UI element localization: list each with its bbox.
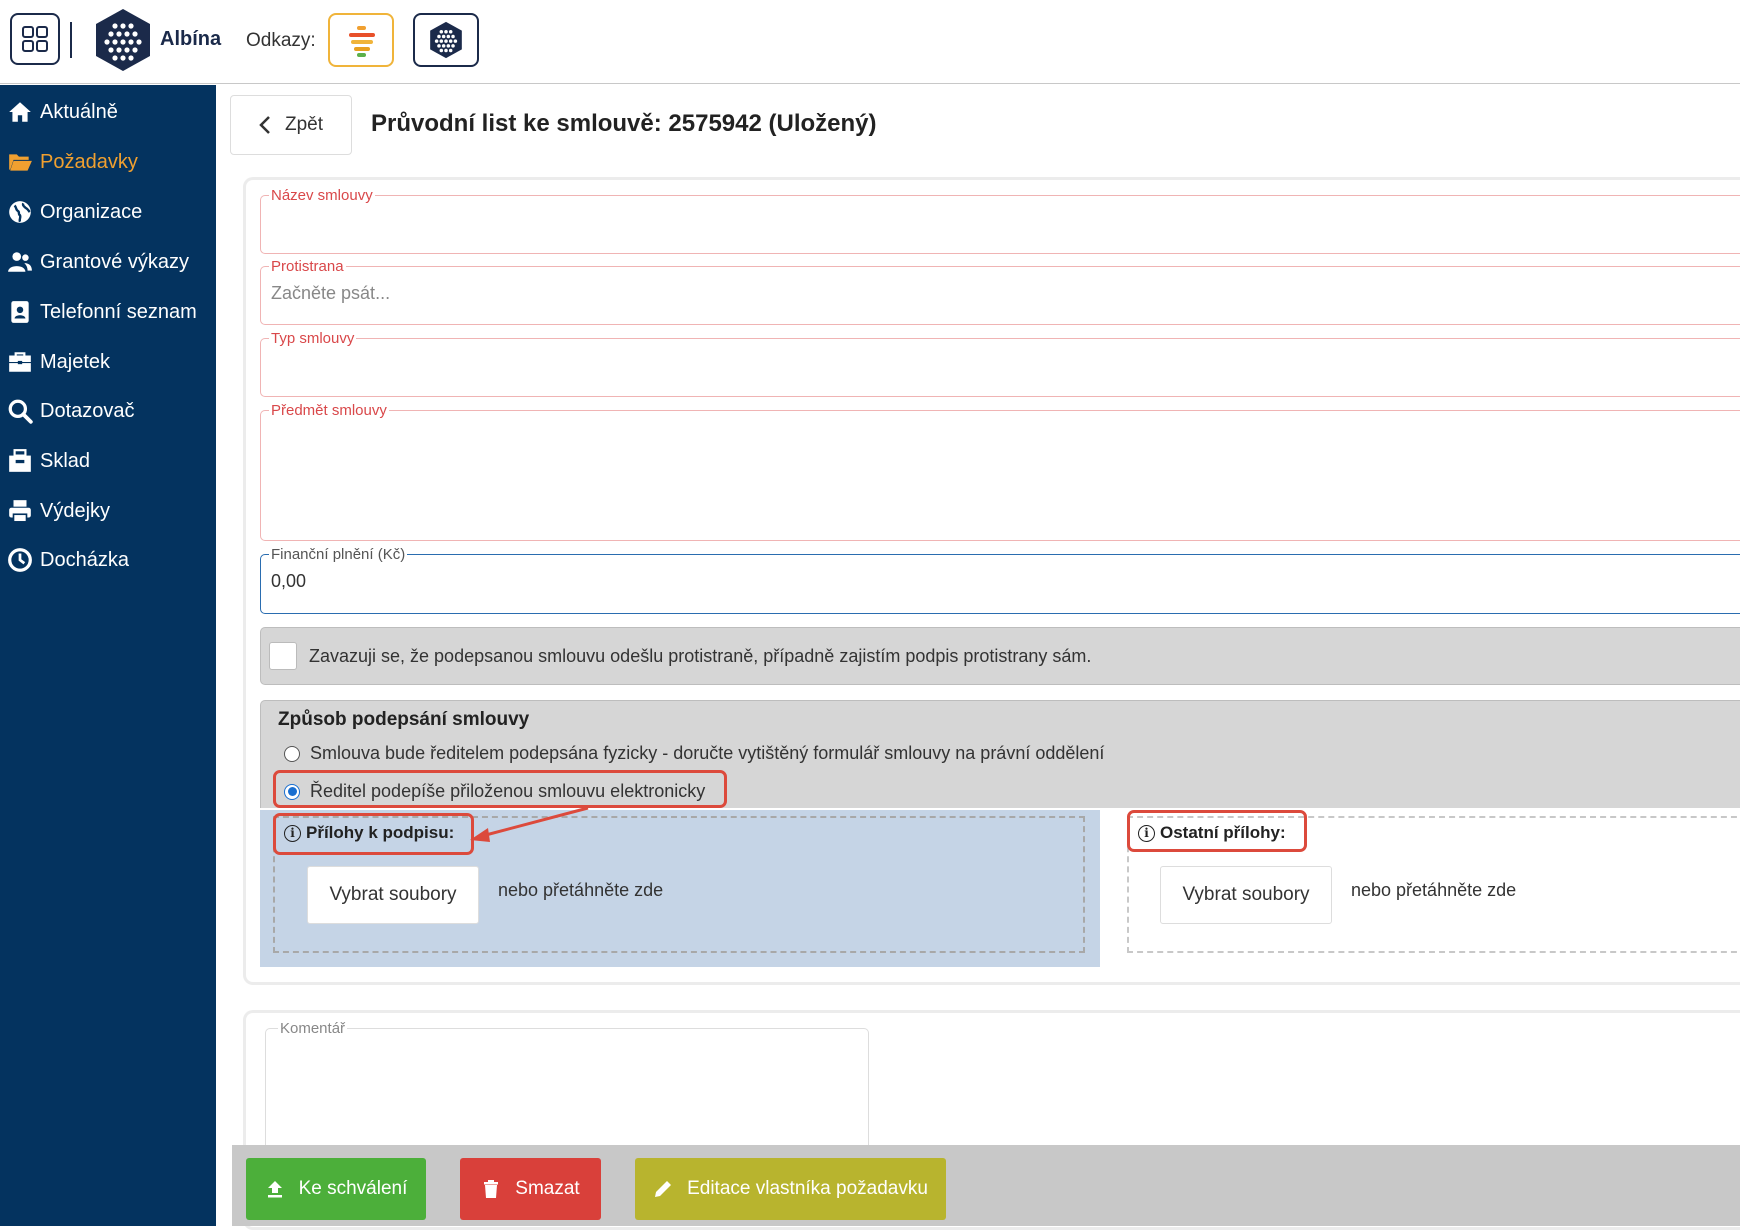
contract-type-label: Typ smlouvy: [271, 330, 355, 347]
page-title: Průvodní list ke smlouvě: 2575942 (Ulože…: [371, 110, 877, 137]
counterparty-field[interactable]: Protistrana Začněte psát...: [260, 258, 1740, 325]
albina-small-logo-icon: [430, 21, 462, 59]
sidebar-item-label: Docházka: [40, 548, 129, 571]
commitment-row: Zavazuji se, že podepsanou smlouvu odešl…: [260, 627, 1740, 685]
contract-name-label: Název smlouvy: [271, 187, 373, 204]
sidebar-item-aktualne[interactable]: Aktuálně: [0, 89, 216, 135]
highlight-sign-attachments: [273, 813, 474, 855]
radio-physical[interactable]: [284, 745, 300, 762]
printer-icon: [0, 498, 40, 524]
header-divider: [70, 22, 72, 58]
sidebar-item-label: Aktuálně: [40, 100, 118, 123]
briefcase-icon: [0, 349, 40, 375]
contract-name-field[interactable]: Název smlouvy: [260, 187, 1740, 254]
drop-hint-sign: nebo přetáhněte zde: [498, 880, 664, 900]
trash-icon: [484, 1180, 499, 1198]
folder-open-icon: [0, 149, 40, 175]
sidebar-item-vydejky[interactable]: Výdejky: [0, 488, 216, 534]
delete-label: Smazat: [515, 1178, 580, 1199]
upload-icon: [267, 1181, 282, 1198]
clock-icon: [0, 547, 40, 573]
edit-owner-button[interactable]: Editace vlastníka požadavku: [635, 1158, 946, 1220]
commitment-text: Zavazuji se, že podepsanou smlouvu odešl…: [309, 645, 1092, 666]
sidebar-item-label: Majetek: [40, 350, 111, 373]
apps-grid-icon: [22, 26, 48, 52]
sidebar-item-majetek[interactable]: Majetek: [0, 339, 216, 385]
back-button-label: Zpět: [284, 114, 324, 135]
contract-type-value: [271, 347, 1740, 355]
commitment-checkbox[interactable]: [269, 642, 297, 670]
submit-label: Ke schválení: [298, 1178, 408, 1199]
counterparty-label: Protistrana: [271, 258, 344, 275]
top-bar: Albína Odkazy:: [0, 0, 1740, 84]
annotation-arrow: [470, 806, 589, 842]
financial-field[interactable]: Finanční plnění (Kč) 0,00: [260, 546, 1740, 614]
link-button-2[interactable]: [413, 13, 479, 67]
highlight-other-attachments: [1127, 810, 1307, 852]
signing-option-physical-label: Smlouva bude ředitelem podepsána fyzicky…: [310, 743, 1105, 763]
home-icon: [0, 99, 40, 125]
id-badge-icon: [0, 299, 40, 325]
subject-label: Předmět smlouvy: [271, 402, 387, 419]
financial-value: 0,00: [271, 571, 307, 591]
sidebar-item-organizace[interactable]: Organizace: [0, 189, 216, 235]
chevron-left-icon: [259, 116, 270, 134]
box-icon: [0, 448, 40, 474]
albina-logo[interactable]: [94, 8, 152, 72]
sidebar-item-label: Sklad: [40, 449, 91, 472]
choose-files-sign-button[interactable]: Vybrat soubory: [307, 866, 479, 924]
sidebar-item-label: Grantové výkazy: [40, 250, 189, 273]
sidebar-item-telefonni-seznam[interactable]: Telefonní seznam: [0, 289, 216, 335]
action-bar: [232, 1145, 1740, 1226]
sidebar-item-label: Dotazovač: [40, 399, 135, 422]
apps-grid-button[interactable]: [10, 13, 60, 65]
subject-field[interactable]: Předmět smlouvy: [260, 402, 1740, 541]
signing-option-physical[interactable]: Smlouva bude ředitelem podepsána fyzicky…: [284, 743, 1104, 764]
signing-method-title: Způsob podepsání smlouvy: [278, 709, 530, 730]
comment-field[interactable]: Komentář: [265, 1020, 869, 1158]
drop-hint-other: nebo přetáhněte zde: [1351, 880, 1517, 900]
link-button-1[interactable]: [328, 13, 394, 67]
pencil-icon: [655, 1181, 672, 1197]
choose-files-other-button[interactable]: Vybrat soubory: [1160, 866, 1332, 924]
edit-owner-label: Editace vlastníka požadavku: [687, 1178, 928, 1199]
financial-label: Finanční plnění (Kč): [271, 546, 406, 563]
sidebar-item-dotazovac[interactable]: Dotazovač: [0, 388, 216, 434]
sidebar: Aktuálně Požadavky Organizace Grantové v…: [0, 85, 216, 1226]
sidebar-item-pozadavky[interactable]: Požadavky: [0, 139, 216, 185]
bars-logo-icon: [349, 26, 375, 57]
sidebar-item-label: Telefonní seznam: [40, 300, 197, 323]
search-icon: [0, 398, 40, 424]
globe-icon: [0, 199, 40, 225]
submit-for-approval-button[interactable]: Ke schválení: [246, 1158, 426, 1220]
subject-value: [271, 419, 1740, 427]
comment-label: Komentář: [280, 1020, 346, 1037]
users-icon: [0, 249, 40, 275]
links-label: Odkazy:: [246, 30, 316, 51]
contract-type-field[interactable]: Typ smlouvy: [260, 330, 1740, 397]
counterparty-placeholder: Začněte psát...: [271, 283, 391, 303]
sidebar-item-label: Organizace: [40, 200, 143, 223]
sidebar-item-grantove-vykazy[interactable]: Grantové výkazy: [0, 239, 216, 285]
brand-name: Albína: [160, 28, 222, 50]
contract-name-value: [271, 204, 1740, 212]
sidebar-item-label: Požadavky: [40, 150, 138, 173]
sidebar-item-dochazka[interactable]: Docházka: [0, 537, 216, 583]
back-button[interactable]: Zpět: [230, 95, 352, 155]
sidebar-item-sklad[interactable]: Sklad: [0, 438, 216, 484]
delete-button[interactable]: Smazat: [460, 1158, 601, 1220]
sidebar-item-label: Výdejky: [40, 499, 111, 522]
